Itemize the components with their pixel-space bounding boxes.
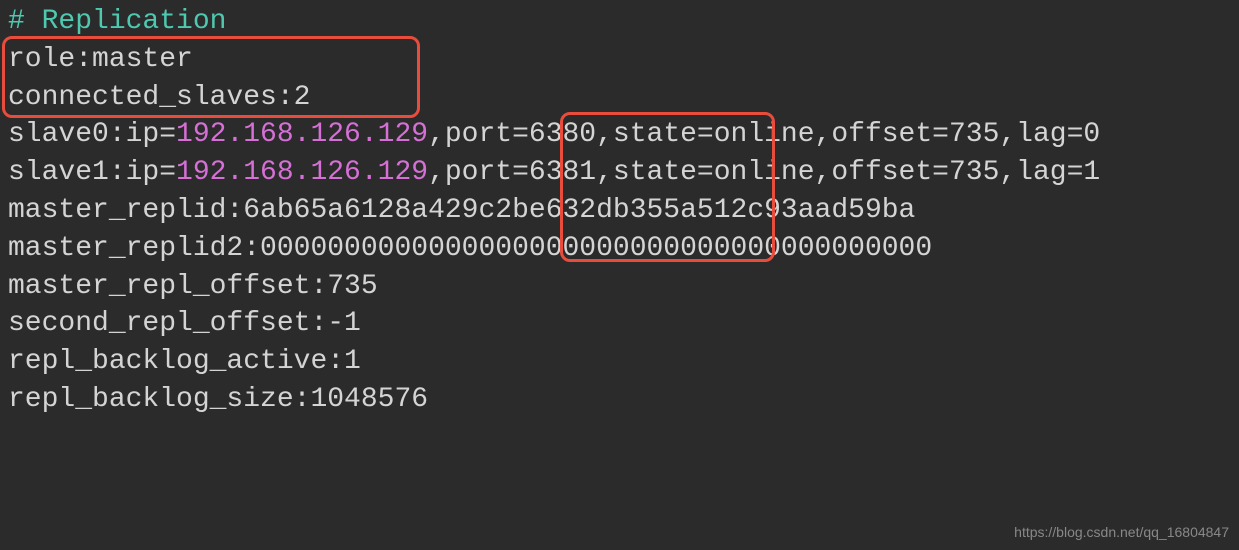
replication-header: # Replication [8,3,1231,41]
slave1-suffix: ,port=6381,state=online,offset=735,lag=1 [428,157,1100,188]
slave1-ip: 192.168.126.129 [176,157,428,188]
slave1-line: slave1:ip=192.168.126.129,port=6381,stat… [8,154,1231,192]
slave0-line: slave0:ip=192.168.126.129,port=6380,stat… [8,116,1231,154]
slave1-prefix: slave1:ip= [8,157,176,188]
slave0-prefix: slave0:ip= [8,119,176,150]
connected-slaves-line: connected_slaves:2 [8,79,1231,117]
watermark-text: https://blog.csdn.net/qq_16804847 [1014,523,1229,542]
repl-backlog-active-line: repl_backlog_active:1 [8,343,1231,381]
second-repl-offset-line: second_repl_offset:-1 [8,305,1231,343]
slave0-ip: 192.168.126.129 [176,119,428,150]
slave0-suffix: ,port=6380,state=online,offset=735,lag=0 [428,119,1100,150]
repl-backlog-size-line: repl_backlog_size:1048576 [8,381,1231,419]
master-repl-offset-line: master_repl_offset:735 [8,268,1231,306]
master-replid-line: master_replid:6ab65a6128a429c2be632db355… [8,192,1231,230]
master-replid2-line: master_replid2:0000000000000000000000000… [8,230,1231,268]
role-line: role:master [8,41,1231,79]
